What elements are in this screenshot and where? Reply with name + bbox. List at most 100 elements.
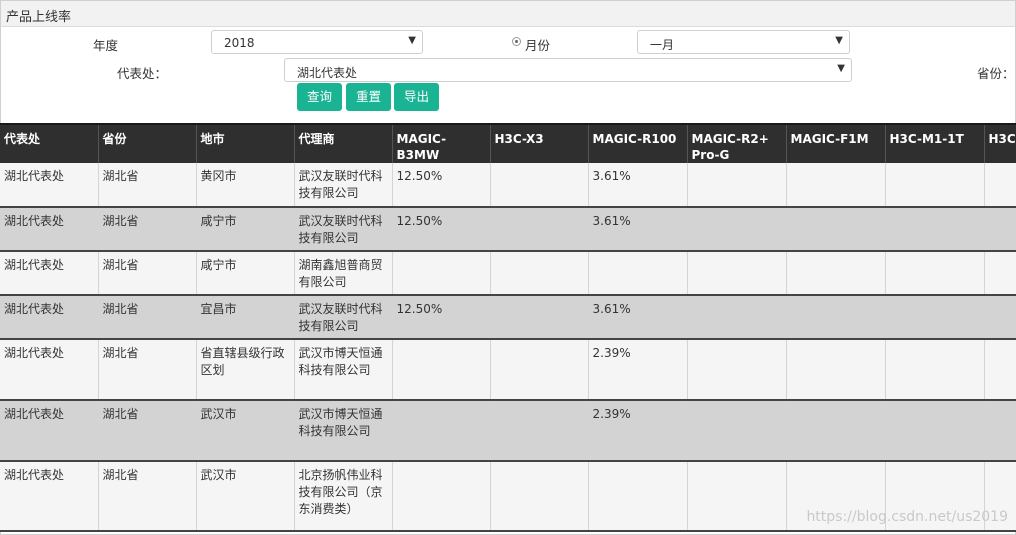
table-cell bbox=[392, 461, 491, 532]
table-cell: 2.39% bbox=[588, 339, 688, 401]
table-cell: 咸宁市 bbox=[196, 251, 295, 296]
col-header[interactable]: MAGIC-F1M bbox=[786, 123, 886, 163]
table-cell bbox=[687, 461, 787, 532]
col-header[interactable]: H3C-X3 bbox=[490, 123, 589, 163]
year-select-value: 2018 bbox=[224, 36, 255, 50]
table-cell: 武汉市 bbox=[196, 400, 295, 462]
office-select-value: 湖北代表处 bbox=[297, 66, 358, 80]
table-cell bbox=[786, 339, 886, 401]
table-cell: 武汉友联时代科技有限公司 bbox=[294, 163, 393, 208]
table-cell bbox=[490, 207, 589, 252]
table-cell: 12.50% bbox=[392, 207, 491, 252]
table-row[interactable]: 湖北代表处 湖北省 黄冈市 武汉友联时代科技有限公司 12.50% 3.61% bbox=[0, 163, 1016, 208]
col-header[interactable]: MAGIC-R2+ Pro-G bbox=[687, 123, 787, 163]
chevron-down-icon: ▼ bbox=[835, 35, 843, 46]
table-cell: 湖北省 bbox=[98, 295, 197, 340]
table-cell: 3.61% bbox=[588, 295, 688, 340]
table-cell: 武汉友联时代科技有限公司 bbox=[294, 207, 393, 252]
table-cell bbox=[885, 295, 985, 340]
table-cell bbox=[392, 251, 491, 296]
table-cell bbox=[687, 295, 787, 340]
chevron-down-icon: ▼ bbox=[408, 35, 416, 46]
year-select[interactable]: 2018 ▼ bbox=[211, 30, 423, 54]
year-label: 年度 bbox=[93, 38, 119, 53]
table-cell: 武汉市博天恒通科技有限公司 bbox=[294, 400, 393, 462]
table-cell bbox=[885, 339, 985, 401]
query-button[interactable]: 查询 bbox=[297, 83, 342, 111]
table-cell bbox=[885, 400, 985, 462]
table-cell: 3.61% bbox=[588, 163, 688, 208]
export-button[interactable]: 导出 bbox=[394, 83, 439, 111]
data-table: 代表处 省份 地市 代理商 MAGIC-B3MW H3C-X3 MAGIC-R1… bbox=[0, 123, 1016, 532]
table-cell: 咸宁市 bbox=[196, 207, 295, 252]
table-cell bbox=[984, 295, 1016, 340]
table-cell: 湖北代表处 bbox=[0, 400, 99, 462]
table-cell bbox=[687, 163, 787, 208]
table-cell: 3.61% bbox=[588, 207, 688, 252]
table-cell: 湖南鑫旭普商贸有限公司 bbox=[294, 251, 393, 296]
table-cell: 湖北代表处 bbox=[0, 163, 99, 208]
col-header[interactable]: H3C-M1-1T bbox=[885, 123, 985, 163]
table-cell: 湖北代表处 bbox=[0, 339, 99, 401]
table-cell: 湖北省 bbox=[98, 251, 197, 296]
table-cell: 黄冈市 bbox=[196, 163, 295, 208]
table-row[interactable]: 湖北代表处 湖北省 省直辖县级行政区划 武汉市博天恒通科技有限公司 2.39% bbox=[0, 339, 1016, 401]
table-cell bbox=[687, 400, 787, 462]
table-cell bbox=[786, 400, 886, 462]
table-cell: 湖北代表处 bbox=[0, 207, 99, 252]
data-table-container: 代表处 省份 地市 代理商 MAGIC-B3MW H3C-X3 MAGIC-R1… bbox=[0, 123, 1016, 535]
page-title: 产品上线率 bbox=[6, 10, 72, 25]
table-row[interactable]: 湖北代表处 湖北省 宜昌市 武汉友联时代科技有限公司 12.50% 3.61% bbox=[0, 295, 1016, 340]
table-cell bbox=[786, 163, 886, 208]
table-cell: 12.50% bbox=[392, 295, 491, 340]
table-cell bbox=[687, 339, 787, 401]
table-cell bbox=[885, 251, 985, 296]
table-cell: 湖北省 bbox=[98, 339, 197, 401]
col-header[interactable]: H3C bbox=[984, 123, 1016, 163]
col-header[interactable]: 地市 bbox=[196, 123, 295, 163]
table-cell: 湖北省 bbox=[98, 400, 197, 462]
table-cell: 湖北省 bbox=[98, 461, 197, 532]
reset-button[interactable]: 重置 bbox=[346, 83, 391, 111]
table-row[interactable]: 湖北代表处 湖北省 武汉市 武汉市博天恒通科技有限公司 2.39% bbox=[0, 400, 1016, 462]
month-select[interactable]: 一月 ▼ bbox=[637, 30, 850, 54]
table-cell bbox=[786, 251, 886, 296]
province-label: 省份： bbox=[977, 66, 1015, 81]
table-cell bbox=[588, 461, 688, 532]
table-cell bbox=[984, 339, 1016, 401]
table-cell: 宜昌市 bbox=[196, 295, 295, 340]
table-cell: 省直辖县级行政区划 bbox=[196, 339, 295, 401]
table-cell bbox=[885, 207, 985, 252]
table-cell bbox=[490, 461, 589, 532]
table-cell bbox=[490, 251, 589, 296]
month-label: 月份 bbox=[525, 38, 551, 53]
col-header[interactable]: MAGIC-B3MW bbox=[392, 123, 491, 163]
table-row[interactable]: 湖北代表处 湖北省 咸宁市 湖南鑫旭普商贸有限公司 bbox=[0, 251, 1016, 296]
table-cell: 湖北代表处 bbox=[0, 461, 99, 532]
table-cell bbox=[984, 163, 1016, 208]
table-cell: 武汉市 bbox=[196, 461, 295, 532]
watermark: https://blog.csdn.net/us2019 bbox=[806, 509, 1008, 525]
col-header[interactable]: MAGIC-R100 bbox=[588, 123, 688, 163]
table-cell: 湖北省 bbox=[98, 207, 197, 252]
office-select[interactable]: 湖北代表处 ▼ bbox=[284, 58, 852, 82]
table-cell bbox=[490, 295, 589, 340]
table-cell bbox=[490, 163, 589, 208]
table-cell bbox=[786, 207, 886, 252]
chevron-down-icon: ▼ bbox=[837, 63, 845, 74]
panel-header: 产品上线率 bbox=[1, 1, 1015, 27]
col-header[interactable]: 代表处 bbox=[0, 123, 99, 163]
table-cell bbox=[984, 207, 1016, 252]
table-cell bbox=[588, 251, 688, 296]
table-row[interactable]: 湖北代表处 湖北省 咸宁市 武汉友联时代科技有限公司 12.50% 3.61% bbox=[0, 207, 1016, 252]
table-cell bbox=[984, 251, 1016, 296]
col-header[interactable]: 省份 bbox=[98, 123, 197, 163]
table-cell bbox=[392, 339, 491, 401]
month-radio[interactable] bbox=[512, 37, 521, 46]
table-cell: 北京扬帆伟业科技有限公司（京东消费类） bbox=[294, 461, 393, 532]
table-cell bbox=[687, 207, 787, 252]
col-header[interactable]: 代理商 bbox=[294, 123, 393, 163]
table-cell: 湖北代表处 bbox=[0, 251, 99, 296]
table-cell: 武汉友联时代科技有限公司 bbox=[294, 295, 393, 340]
table-header-row: 代表处 省份 地市 代理商 MAGIC-B3MW H3C-X3 MAGIC-R1… bbox=[0, 123, 1016, 163]
